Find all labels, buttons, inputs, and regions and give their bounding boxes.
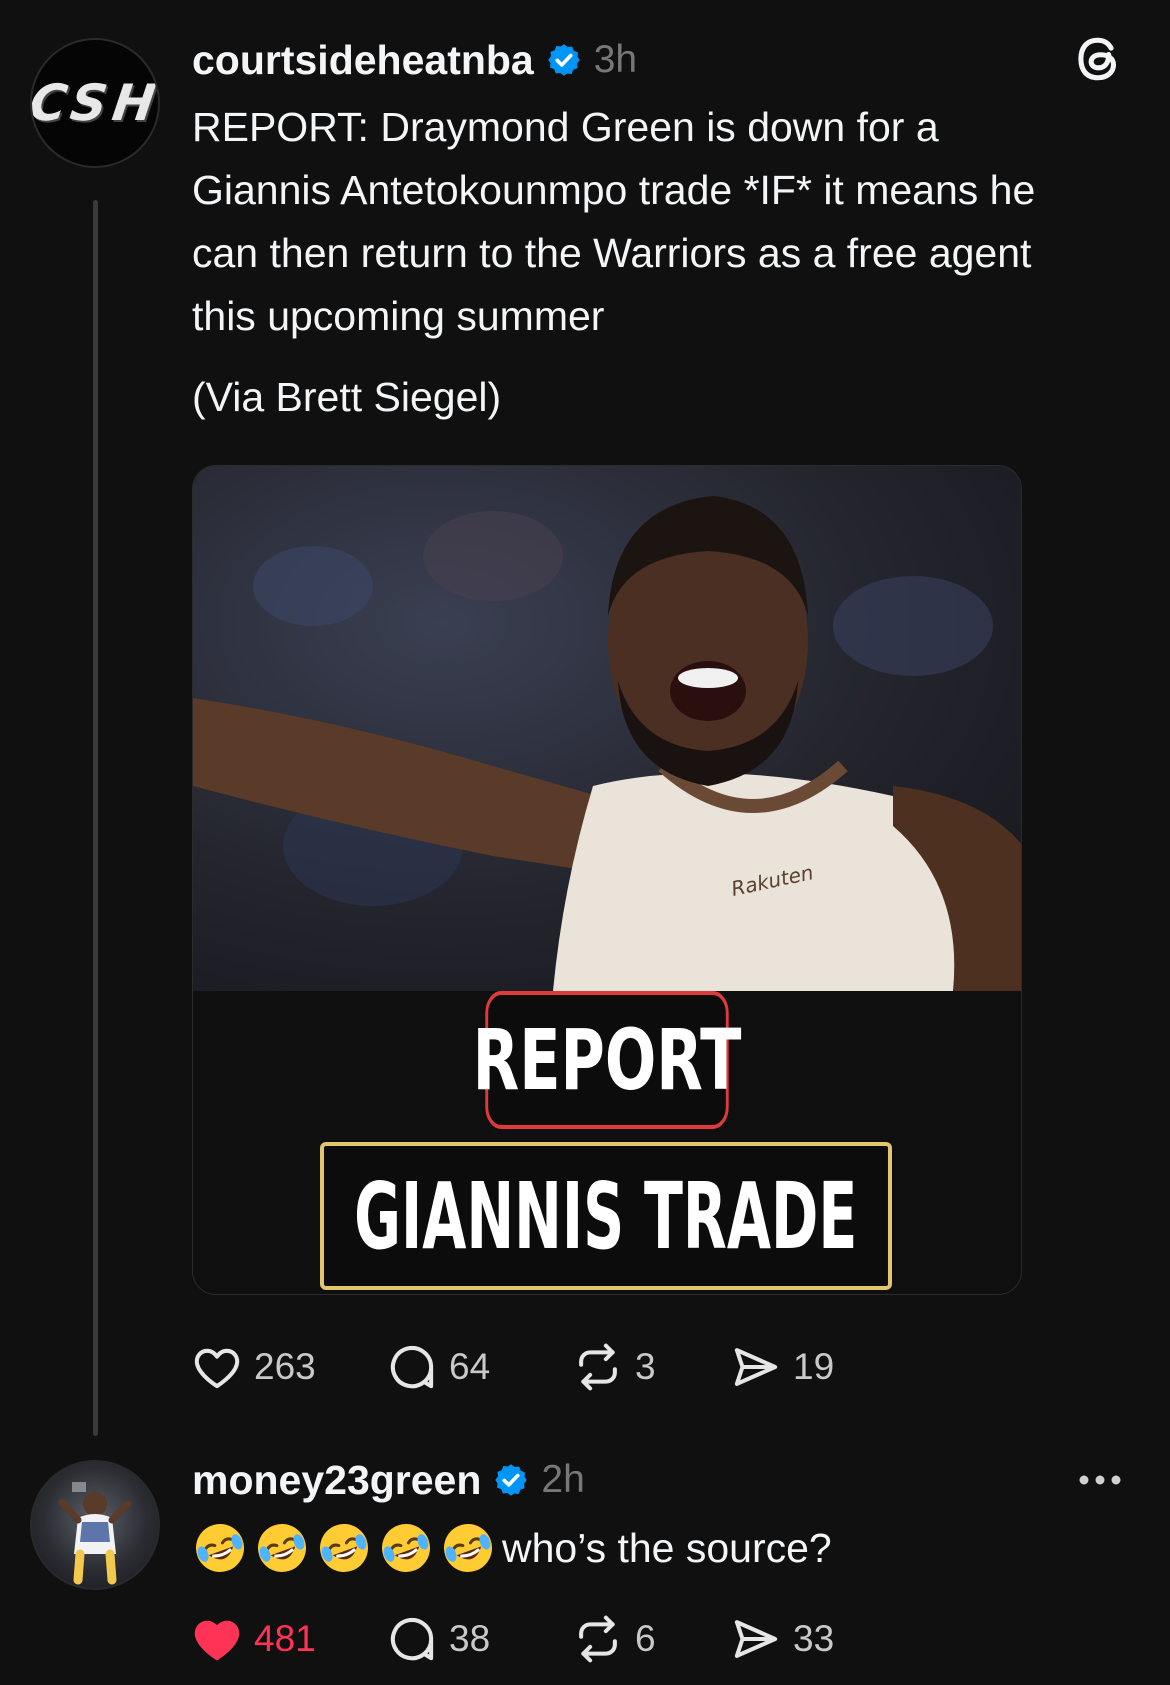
repost-count: 6 (635, 1618, 656, 1659)
reply-action-bar: 481 38 6 33 (190, 1612, 834, 1666)
rofl-emoji-icon (258, 1524, 306, 1572)
share-button[interactable]: 19 (729, 1340, 834, 1394)
reply-button[interactable]: 38 (385, 1612, 571, 1666)
post-username[interactable]: courtsideheatnba (192, 37, 534, 84)
like-button[interactable]: 263 (190, 1340, 385, 1394)
post-text-line: can then return to the Warriors as a fre… (192, 230, 1032, 276)
send-icon (734, 1620, 778, 1658)
repost-button[interactable]: 6 (571, 1612, 729, 1666)
reply-header: money23green 2h (192, 1452, 585, 1508)
post-text-line: this upcoming summer (192, 293, 605, 339)
repost-icon (579, 1343, 617, 1391)
rofl-emoji-icon (196, 1524, 244, 1572)
repost-icon (579, 1615, 617, 1663)
reply-body-text: who’s the source? (192, 1516, 832, 1580)
post-text-line: REPORT: Draymond Green is down for a (192, 104, 939, 150)
verified-badge-icon (495, 1464, 528, 1496)
post-source-credit: (Via Brett Siegel) (192, 374, 502, 420)
reply-username[interactable]: money23green (192, 1457, 481, 1504)
post-media-image[interactable]: Rakuten REPORT GIANNIS TRADE (192, 465, 1022, 1295)
reply-count: 64 (449, 1346, 491, 1387)
rofl-emoji-icon (320, 1524, 368, 1572)
send-icon (734, 1348, 778, 1386)
rofl-emoji-icon (444, 1524, 492, 1572)
reply-text: who’s the source? (502, 1524, 832, 1571)
share-count: 33 (793, 1618, 835, 1659)
reply-count: 38 (449, 1618, 491, 1659)
badge-giannis-trade: GIANNIS TRADE (320, 1142, 892, 1290)
post-header: courtsideheatnba 3h (192, 30, 637, 90)
comment-icon (390, 1617, 434, 1661)
badge-report: REPORT (473, 991, 741, 1129)
share-button[interactable]: 33 (729, 1612, 834, 1666)
avatar-player-photo (58, 1482, 132, 1585)
avatar-money23green[interactable] (30, 1460, 160, 1590)
share-count: 19 (793, 1346, 835, 1387)
rofl-emoji-icon (382, 1524, 430, 1572)
reply-timestamp: 2h (541, 1458, 585, 1501)
like-button[interactable]: 481 (190, 1612, 385, 1666)
like-count: 481 (254, 1618, 316, 1659)
avatar-text: CSH (30, 74, 160, 132)
badge-trade-text: GIANNIS TRADE (354, 1162, 858, 1270)
like-count: 263 (254, 1346, 316, 1387)
post-action-bar: 263 64 3 19 (190, 1340, 834, 1394)
post-text-line: Giannis Antetokounmpo trade *IF* it mean… (192, 167, 1036, 213)
thread-connector-line (93, 200, 98, 1436)
player-illustration: Rakuten (193, 496, 1021, 991)
heart-filled-icon (194, 1620, 240, 1661)
badge-report-text: REPORT (472, 1011, 742, 1109)
media-player-photo: Rakuten (193, 466, 1021, 991)
verified-badge-icon (547, 44, 580, 76)
comment-icon (390, 1345, 434, 1389)
post-body-text: REPORT: Draymond Green is down for a Gia… (192, 96, 1152, 348)
avatar-courtsideheatnba[interactable]: CSH (30, 38, 160, 168)
post-timestamp: 3h (593, 38, 638, 81)
more-options-icon[interactable] (1075, 1467, 1125, 1493)
repost-count: 3 (635, 1346, 656, 1387)
heart-icon (194, 1348, 240, 1389)
threads-logo-icon[interactable] (1070, 30, 1128, 88)
reply-button[interactable]: 64 (385, 1340, 571, 1394)
repost-button[interactable]: 3 (571, 1340, 729, 1394)
